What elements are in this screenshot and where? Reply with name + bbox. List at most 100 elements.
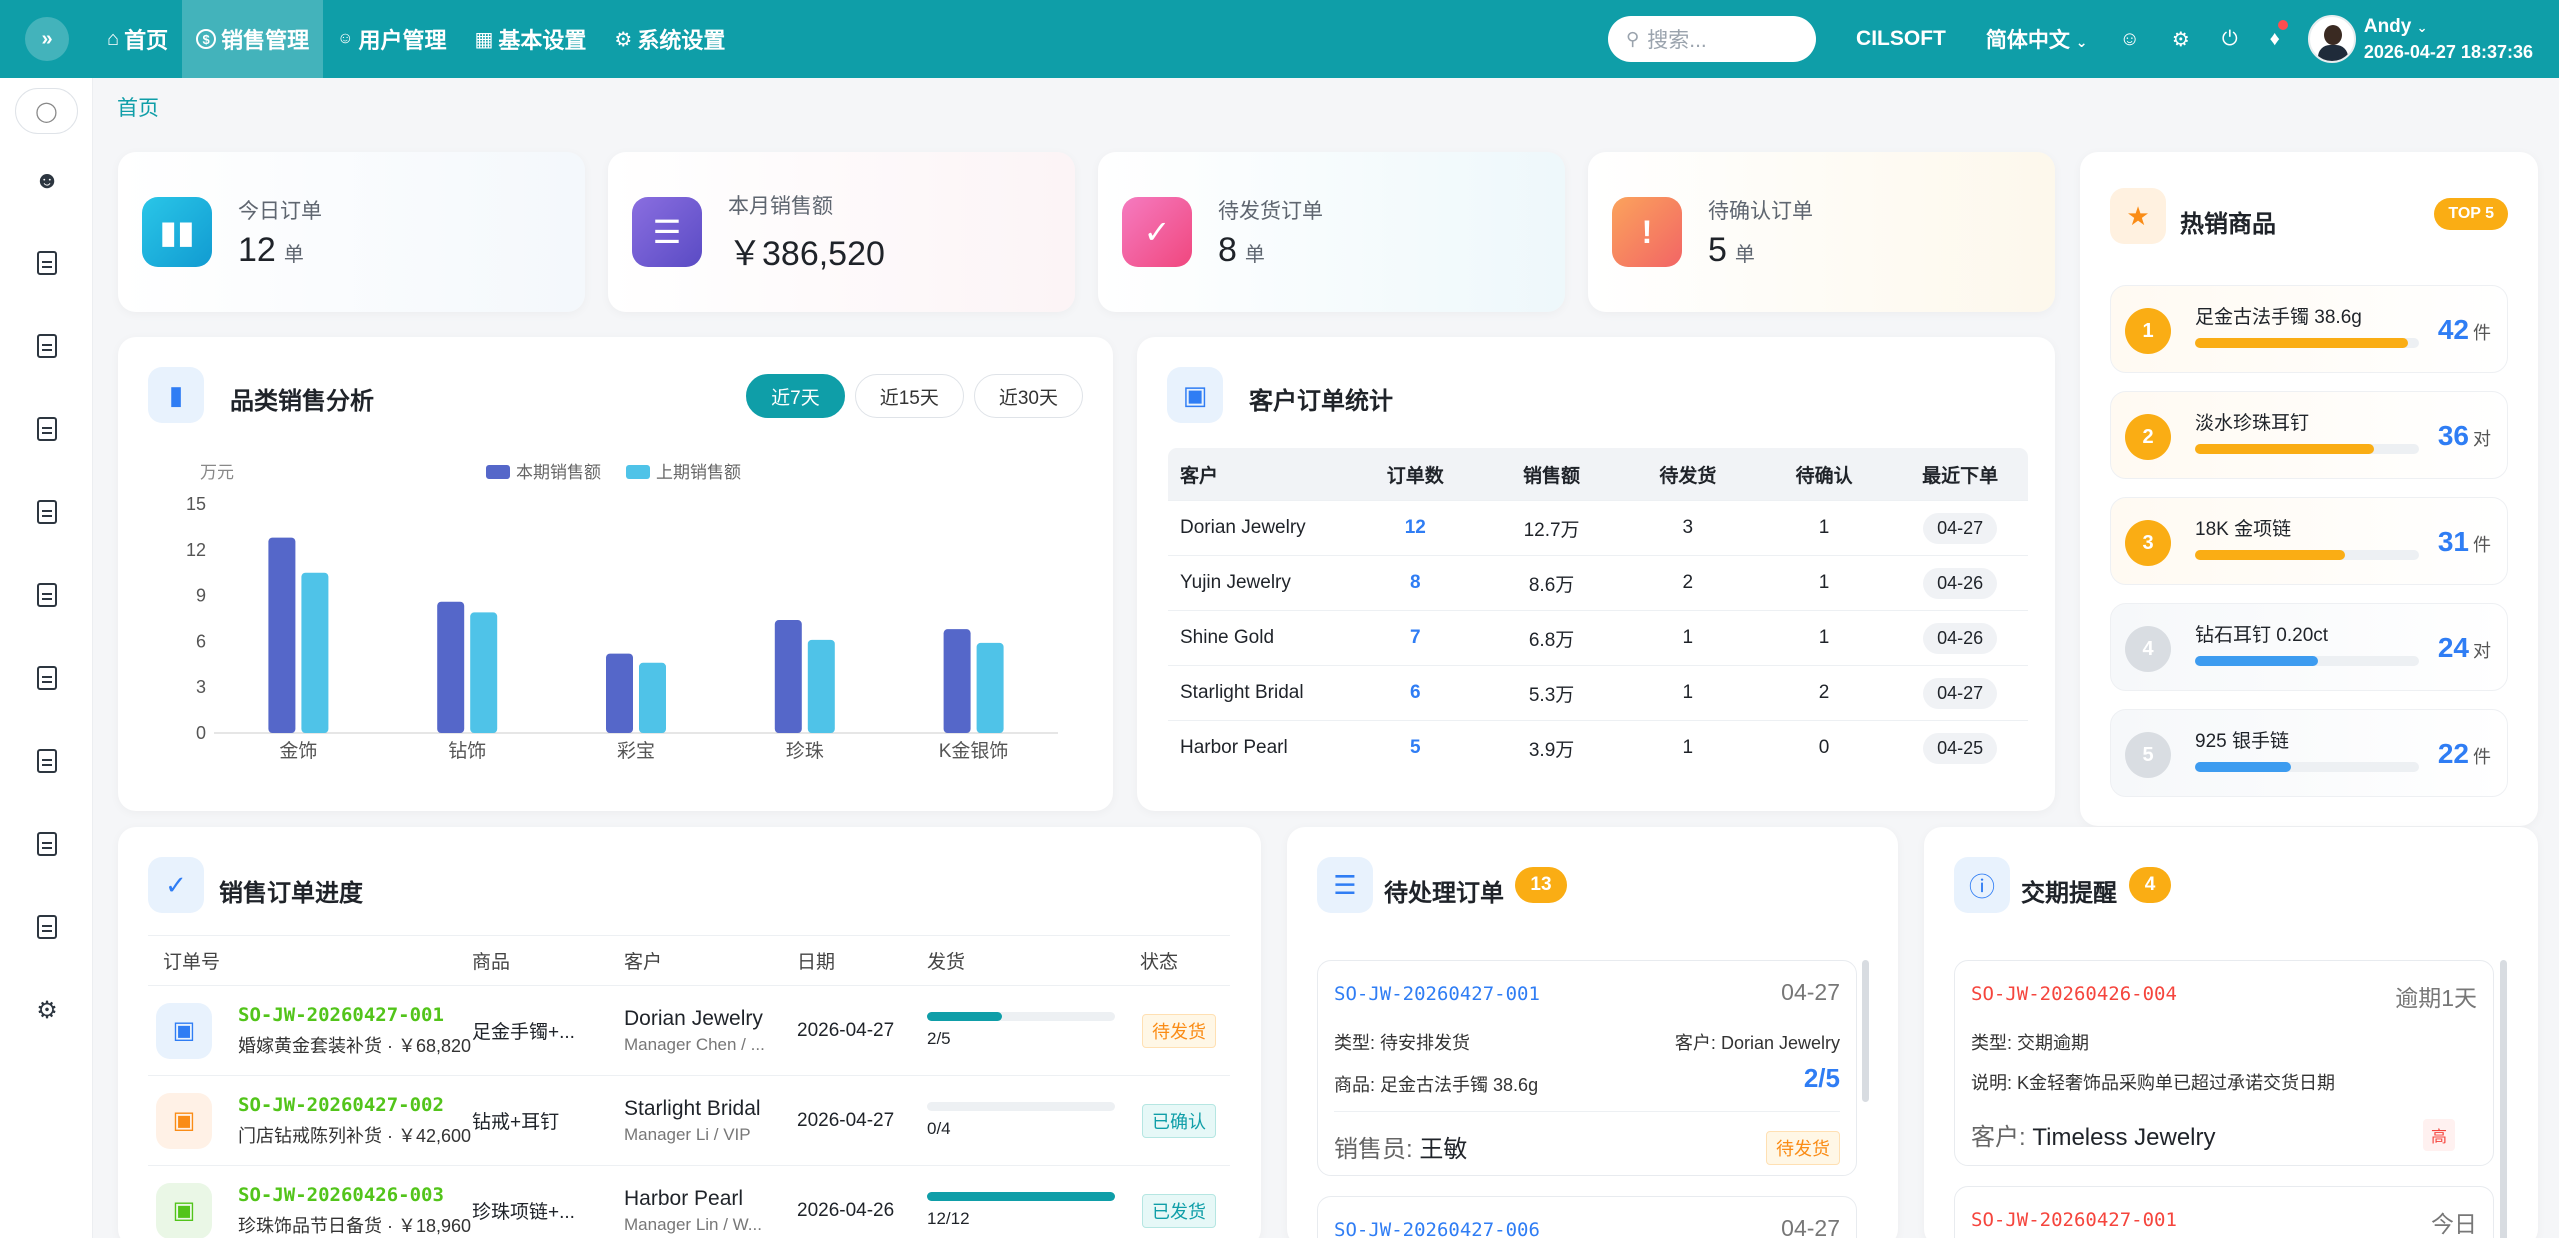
x-tick-label: 珍珠 (786, 740, 824, 762)
table-row[interactable]: Yujin Jewelry 8 8.6万 2 1 04-26 (1168, 555, 2028, 611)
status-badge: 待发货 (1766, 1131, 1840, 1165)
table-row[interactable]: ▣ SO-JW-20260426-003 珍珠饰品节日备货 · ￥18,960 珍珠项… (148, 1165, 1230, 1238)
global-search-input[interactable]: ⚲ 搜索... (1608, 16, 1817, 62)
order-code[interactable]: SO-JW-20260427-001 (1971, 1209, 2177, 1231)
order-code[interactable]: SO-JW-20260426-004 (1971, 983, 2177, 1005)
hot-product-item[interactable]: 5 925 银手链 22 件 (2110, 709, 2508, 797)
bar (943, 629, 971, 733)
order-code[interactable]: SO-JW-20260427-006 (1334, 1219, 1540, 1238)
alert-customer: Timeless Jewelry (2032, 1124, 2216, 1151)
table-row[interactable]: Shine Gold 7 6.8万 1 1 04-26 (1168, 610, 2028, 666)
y-tick-label: 15 (186, 494, 206, 514)
order-code[interactable]: SO-JW-20260427-001 (238, 1004, 471, 1026)
order-customer: Dorian Jewelry (1720, 1033, 1840, 1053)
stat-label: 本月销售额 (728, 194, 833, 218)
settings-icon[interactable]: ⚙ (2172, 27, 2190, 52)
rank-badge: 5 (2125, 732, 2171, 778)
due-status: 逾期1天 (2395, 985, 2477, 1011)
table-row[interactable]: Starlight Bridal 6 5.3万 1 2 04-27 (1168, 665, 2028, 721)
panel-title: 交期提醒 (2021, 880, 2117, 907)
nav-home-label: 首页 (124, 28, 169, 53)
sidebar-document-icon[interactable] (32, 414, 62, 444)
power-icon[interactable]: ⏻ (2222, 28, 2238, 51)
nav-sales-management[interactable]: $ 销售管理 (182, 0, 324, 78)
contact: Manager Li / VIP (624, 1124, 751, 1144)
hot-product-item[interactable]: 3 18K 金项链 31 件 (2110, 497, 2508, 585)
contact: Manager Lin / W... (624, 1214, 762, 1234)
language-selector[interactable]: 简体中文 ⌄ (1986, 24, 2088, 54)
sidebar-document-icon[interactable] (32, 912, 62, 942)
sidebar-gear-icon[interactable]: ⚙ (32, 995, 62, 1025)
nav-system-settings[interactable]: ⚙ 系统设置 (600, 0, 739, 78)
legend-swatch (486, 465, 510, 479)
avatar[interactable] (2307, 15, 2356, 63)
y-tick-label: 3 (196, 677, 206, 697)
order-code[interactable]: SO-JW-20260427-001 (1334, 983, 1540, 1005)
sidebar-search-button[interactable]: ◯ (15, 88, 78, 134)
hot-product-item[interactable]: 2 淡水珍珠耳钉 36 对 (2110, 391, 2508, 479)
pending-order-card[interactable]: SO-JW-20260427-006 04-27 (1317, 1196, 1857, 1238)
column-header: 最近下单 (1892, 448, 2028, 501)
sidebar-document-icon[interactable] (32, 829, 62, 859)
table-row[interactable]: ▣ SO-JW-20260427-002 门店钻戒陈列补货 · ￥42,600 钻戒+… (148, 1075, 1230, 1166)
table-row[interactable]: ▣ SO-JW-20260427-001 婚嫁黄金套装补货 · ￥68,820 足金手… (148, 985, 1230, 1076)
nav-user-management[interactable]: ☺ 用户管理 (323, 0, 460, 78)
shipment-progress: 2/5 (1803, 1063, 1840, 1093)
breadcrumb[interactable]: 首页 (117, 92, 159, 122)
order-date: 2026-04-27 (797, 1075, 927, 1166)
rank-badge: 1 (2125, 308, 2171, 354)
shipped-count: 12/12 (927, 1209, 970, 1228)
table-row[interactable]: Dorian Jewelry 12 12.7万 3 1 04-27 (1168, 500, 2028, 556)
sales-label: 销售员: (1334, 1136, 1413, 1163)
language-label: 简体中文 (1985, 29, 2070, 52)
x-tick-label: K金银饰 (939, 740, 1009, 762)
sidebar-document-icon[interactable] (32, 497, 62, 527)
customer-name: Yujin Jewelry (1168, 555, 1348, 611)
y-tick-label: 12 (186, 540, 206, 560)
profile-icon[interactable]: ☺ (2119, 28, 2139, 51)
order-count: 5 (1347, 720, 1484, 775)
sidebar-document-icon[interactable] (32, 331, 62, 361)
scrollbar[interactable] (1862, 960, 1869, 1102)
priority-badge: 高 (2422, 1119, 2455, 1151)
product-name: 18K 金项链 (2195, 519, 2292, 540)
star-icon: ★ (2110, 188, 2166, 244)
hot-product-item[interactable]: 4 钻石耳钉 0.20ct 24 对 (2110, 603, 2508, 691)
sidebar-document-icon[interactable] (32, 248, 62, 278)
sidebar-document-icon[interactable] (32, 580, 62, 610)
shipping-progress-bar (927, 1012, 1115, 1021)
current-datetime: 2026-04-27 18:37:36 (2363, 41, 2533, 62)
sidebar-document-icon[interactable] (32, 663, 62, 693)
pending-shipment: 1 (1619, 720, 1756, 775)
nav-basic-settings[interactable]: ▦ 基本设置 (460, 0, 600, 78)
date-pill: 04-25 (1923, 732, 1998, 764)
delivery-alerts-panel: ⓘ 交期提醒 4 SO-JW-20260426-004 逾期1天 类型: 交期逾… (1924, 827, 2538, 1238)
scrollbar[interactable] (2500, 960, 2507, 1238)
y-tick-label: 9 (196, 586, 206, 606)
table-row[interactable]: Harbor Pearl 5 3.9万 1 0 04-25 (1168, 720, 2028, 775)
product-name: 淡水珍珠耳钉 (2195, 413, 2310, 434)
stat-label: 待发货订单 (1218, 199, 1323, 223)
unit: 件 (2473, 323, 2491, 343)
sales-progress-bar (2195, 444, 2419, 454)
sidebar-document-icon[interactable] (32, 746, 62, 776)
customer: Starlight Bridal (624, 1096, 761, 1120)
nav-home[interactable]: ⌂ 首页 (93, 0, 182, 78)
hot-product-item[interactable]: 1 足金古法手镯 38.6g 42 件 (2110, 285, 2508, 373)
column-header: 销售额 (1483, 448, 1620, 501)
order-code[interactable]: SO-JW-20260427-002 (238, 1094, 471, 1116)
bar (437, 601, 465, 733)
expand-menu-button[interactable]: » (25, 17, 69, 61)
delivery-alert-card[interactable]: SO-JW-20260427-001 今日 (1954, 1186, 2494, 1238)
sidebar-user-icon[interactable]: ☻ (32, 166, 62, 196)
sales-progress-bar (2195, 656, 2419, 666)
bell-icon[interactable]: ♦ (2270, 19, 2288, 51)
pending-order-card[interactable]: SO-JW-20260427-001 04-27 类型: 待安排发货 客户: D… (1317, 960, 1857, 1176)
order-code[interactable]: SO-JW-20260426-003 (238, 1184, 471, 1206)
user-menu[interactable]: Andy ⌄ 2026-04-27 18:37:36 (2364, 15, 2533, 64)
checklist-icon: ✓ (1122, 197, 1192, 267)
stat-unit: 单 (283, 243, 304, 266)
delivery-alert-card[interactable]: SO-JW-20260426-004 逾期1天 类型: 交期逾期 说明: K金轻… (1954, 960, 2494, 1166)
search-icon: ⚲ (1626, 28, 1640, 49)
customer-stats-table: 客户 订单数 销售额 待发货 待确认 最近下单 Dorian Jewelry 12… (1167, 447, 2029, 776)
